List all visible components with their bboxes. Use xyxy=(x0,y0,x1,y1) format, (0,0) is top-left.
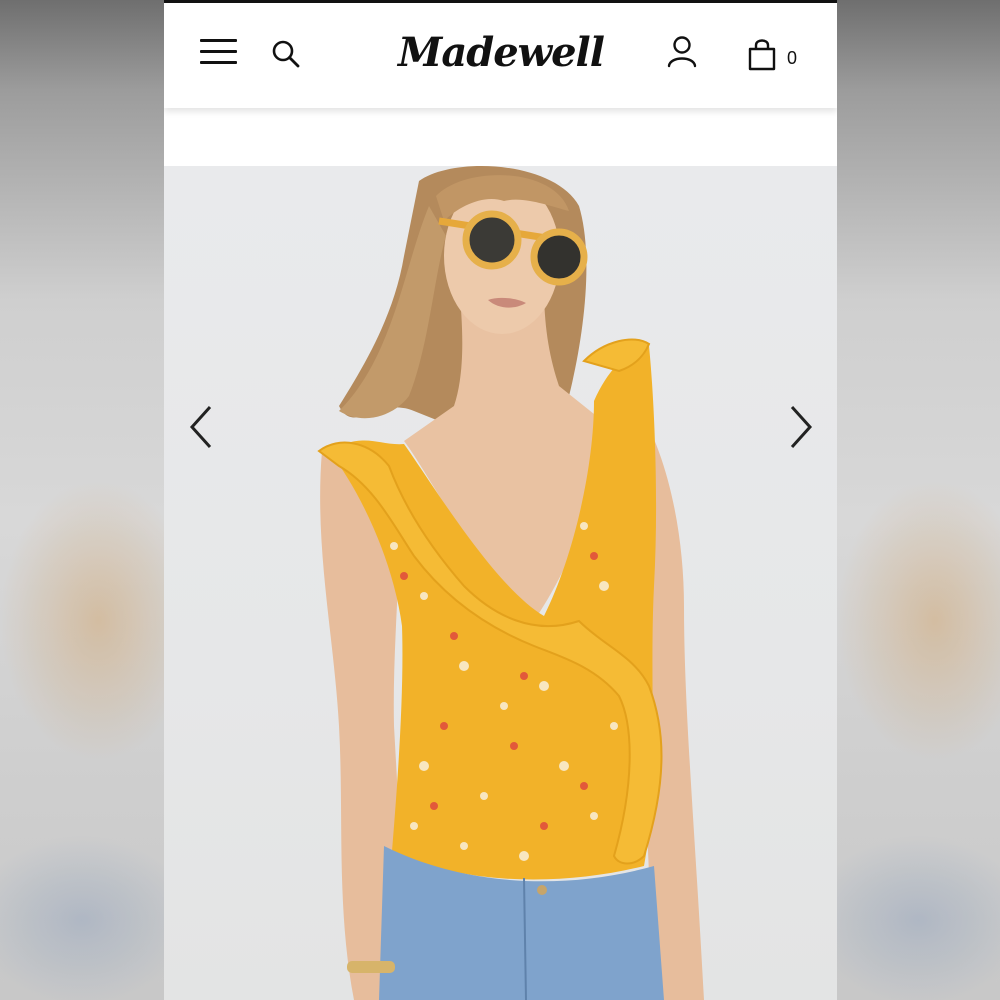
product-image xyxy=(164,166,837,1000)
search-icon[interactable] xyxy=(271,39,301,69)
previous-arrow-icon[interactable] xyxy=(182,402,222,452)
blurred-background-right xyxy=(837,0,1000,1000)
blurred-background-left xyxy=(0,0,164,1000)
model-photo xyxy=(317,166,704,1000)
account-icon[interactable] xyxy=(666,35,698,69)
next-arrow-icon[interactable] xyxy=(780,402,820,452)
brand-logo[interactable]: Madewell xyxy=(390,23,612,87)
header-spacer xyxy=(164,108,837,166)
brand-logo-text: Madewell xyxy=(398,29,605,76)
bag-count: 0 xyxy=(787,48,798,68)
shopping-bag-icon[interactable] xyxy=(747,37,777,71)
menu-icon[interactable] xyxy=(200,37,237,67)
site-header: Madewell 0 xyxy=(164,0,837,108)
mobile-screen: Madewell 0 xyxy=(164,0,837,1000)
